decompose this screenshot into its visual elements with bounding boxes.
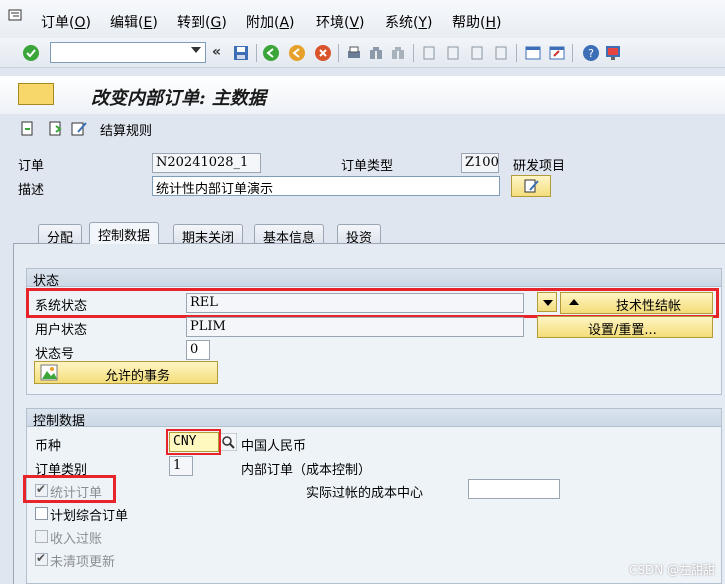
new-session-icon[interactable] xyxy=(524,44,542,62)
menu-system[interactable]: 系统(Y) xyxy=(385,12,433,32)
actual-cost-center-field[interactable] xyxy=(468,479,560,499)
commitment-update-label: 未清项更新 xyxy=(50,555,116,570)
revenue-postings-label: 收入过账 xyxy=(50,532,103,547)
tab-general-data[interactable]: 基本信息 xyxy=(254,224,325,246)
highlight-statistical-order xyxy=(23,475,116,503)
exit-icon[interactable] xyxy=(288,44,306,62)
svg-text:?: ? xyxy=(588,47,594,60)
help-icon[interactable]: ? xyxy=(582,44,600,62)
command-field[interactable] xyxy=(50,42,206,63)
tab-control-data[interactable]: 控制数据 xyxy=(89,222,160,244)
user-status-label: 用户状态 xyxy=(35,323,88,338)
actual-cost-center-label: 实际过帐的成本中心 xyxy=(306,486,424,501)
find-icon[interactable] xyxy=(367,44,385,62)
tab-assignments[interactable]: 分配 xyxy=(38,224,83,246)
print-icon[interactable] xyxy=(345,44,363,62)
status-group-title: 状态 xyxy=(27,269,721,289)
save-icon[interactable] xyxy=(232,44,250,62)
order-field[interactable]: N20241028_1 xyxy=(152,153,261,173)
menu-extras[interactable]: 附加(A) xyxy=(246,12,295,32)
standard-toolbar: « ? xyxy=(0,38,725,68)
currency-label: 币种 xyxy=(35,439,62,454)
previous-page-icon[interactable] xyxy=(444,44,462,62)
first-page-icon[interactable] xyxy=(420,44,438,62)
revenue-postings-checkbox xyxy=(35,530,48,543)
settlement-rule-button[interactable]: 结算规则 xyxy=(100,120,152,139)
currency-text: 中国人民币 xyxy=(241,439,307,454)
find-next-icon[interactable] xyxy=(389,44,407,62)
order-type-label: 订单类型 xyxy=(341,159,394,174)
chevron-down-icon[interactable] xyxy=(191,47,201,53)
menu-order[interactable]: 订单(O) xyxy=(41,12,91,32)
long-text-button[interactable] xyxy=(511,175,551,197)
mountain-icon xyxy=(40,364,58,381)
order-type-field[interactable]: Z100 xyxy=(461,153,499,173)
last-page-icon[interactable] xyxy=(492,44,510,62)
control-data-group-title: 控制数据 xyxy=(27,409,721,429)
back-icon[interactable] xyxy=(262,44,280,62)
order-label: 订单 xyxy=(18,159,45,174)
tab-period-end-closing[interactable]: 期末关闭 xyxy=(173,224,244,246)
order-type-text: 研发项目 xyxy=(513,159,566,174)
menu-goto[interactable]: 转到(G) xyxy=(177,12,227,32)
tab-investments[interactable]: 投资 xyxy=(337,224,382,246)
previous-document-icon[interactable] xyxy=(20,120,36,138)
allowed-transactions-button[interactable]: 允许的事务 xyxy=(34,361,218,384)
highlight-currency xyxy=(166,429,221,455)
shortcut-icon[interactable] xyxy=(548,44,566,62)
order-category-field: 1 xyxy=(169,456,193,476)
order-category-text: 内部订单（成本控制） xyxy=(241,463,372,478)
transaction-icon xyxy=(18,83,54,105)
edit-document-icon[interactable] xyxy=(70,120,88,138)
enter-check-icon[interactable] xyxy=(22,44,40,62)
collapse-icon[interactable]: « xyxy=(212,44,221,60)
highlight-system-status xyxy=(26,288,719,318)
menu-environment[interactable]: 环境(V) xyxy=(316,12,365,32)
next-document-icon[interactable] xyxy=(48,120,64,138)
next-page-icon[interactable] xyxy=(468,44,486,62)
commitment-update-checkbox: ✔ xyxy=(35,551,48,566)
plan-integrated-order-label: 计划综合订单 xyxy=(50,509,129,524)
page-title: 改变内部订单: 主数据 xyxy=(91,88,266,109)
user-status-field: PLIM xyxy=(186,317,524,337)
status-number-label: 状态号 xyxy=(35,347,75,362)
customize-layout-icon[interactable] xyxy=(604,44,622,62)
menu-help[interactable]: 帮助(H) xyxy=(452,12,501,32)
cancel-icon[interactable] xyxy=(314,44,332,62)
menu-edit[interactable]: 编辑(E) xyxy=(110,12,158,32)
status-number-field[interactable]: 0 xyxy=(186,340,210,360)
plan-integrated-order-checkbox[interactable] xyxy=(35,507,48,520)
long-text-icon xyxy=(524,179,539,193)
description-label: 描述 xyxy=(18,183,45,198)
watermark: CSDN @左甜甜 xyxy=(628,563,715,577)
system-menu-icon[interactable] xyxy=(8,9,22,21)
search-help-icon[interactable] xyxy=(220,433,237,451)
set-reset-button[interactable]: 设置/重置... xyxy=(537,316,713,338)
description-field[interactable]: 统计性内部订单演示 xyxy=(152,176,500,196)
